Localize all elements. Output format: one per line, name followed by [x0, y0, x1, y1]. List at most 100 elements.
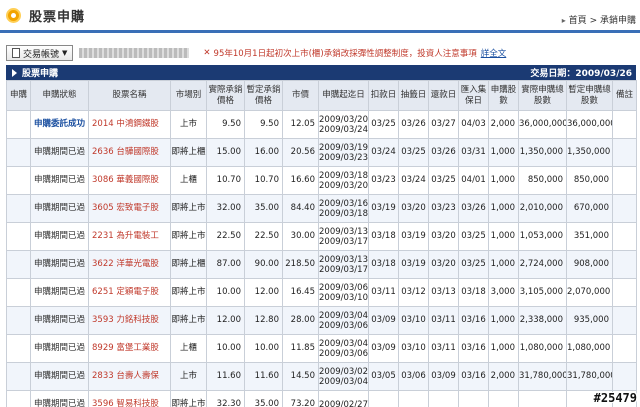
- apply-cell[interactable]: [6, 166, 31, 195]
- market-price-cell: 16.45: [282, 278, 319, 307]
- tentative-price-cell: 16.00: [244, 138, 283, 167]
- account-select-button[interactable]: 交易帳號 ▼: [6, 45, 74, 61]
- stock-cell: 3605 宏致電子股: [88, 194, 171, 223]
- remark-cell: [612, 278, 637, 307]
- lottery-date-cell: 03/26: [398, 110, 429, 139]
- stock-cell: 2014 中鴻鋼鐵股: [88, 110, 171, 139]
- status-cell: 申購期間已過: [30, 278, 89, 307]
- stock-cell: 2636 台驊國際股: [88, 138, 171, 167]
- stock-name[interactable]: 中鴻鋼鐵股: [116, 119, 159, 129]
- period-cell: 2009/03/02 2009/03/04: [318, 362, 369, 391]
- apply-cell[interactable]: [6, 194, 31, 223]
- lottery-date-cell: [398, 390, 429, 407]
- period-start: 2009/03/16: [319, 198, 368, 209]
- tentative-price-cell: 9.50: [244, 110, 283, 139]
- tentative-price-cell: 22.50: [244, 222, 283, 251]
- table-row: 申購期間已過 3596 智易科技股 即將上市 32.30 35.00 73.20 2009/…: [6, 390, 637, 407]
- actual-total-cell: 31,780,000: [518, 362, 567, 391]
- apply-cell[interactable]: [6, 110, 31, 139]
- remark-cell: [612, 362, 637, 391]
- shares-cell: 1,000: [488, 166, 519, 195]
- apply-cell[interactable]: [6, 278, 31, 307]
- debit-date-cell: 03/19: [368, 194, 399, 223]
- column-header: 備註: [612, 80, 637, 111]
- stock-name[interactable]: 宏致電子股: [116, 203, 159, 213]
- debit-date-cell: 03/18: [368, 250, 399, 279]
- stock-name[interactable]: 富堡工業股: [116, 343, 159, 353]
- actual-price-cell: 10.70: [206, 166, 245, 195]
- period-cell: 2009/03/20 2009/03/24: [318, 110, 369, 139]
- stock-code: 2636: [92, 147, 114, 157]
- stock-cell: 3622 洋華光電股: [88, 250, 171, 279]
- apply-cell[interactable]: [6, 138, 31, 167]
- apply-cell[interactable]: [6, 222, 31, 251]
- period-end: 2009/03/06: [319, 348, 368, 359]
- deposit-date-cell: 03/25: [458, 222, 489, 251]
- breadcrumb-separator: >: [589, 16, 598, 26]
- actual-total-cell: 1,053,000: [518, 222, 567, 251]
- stock-code: 3622: [92, 259, 114, 269]
- shares-cell: 1,000: [488, 306, 519, 335]
- breadcrumb-current: 承銷申購: [599, 16, 636, 26]
- column-header: 實際承銷價格: [206, 80, 245, 111]
- tentative-price-cell: 12.80: [244, 306, 283, 335]
- stock-name[interactable]: 洋華光電股: [116, 259, 159, 269]
- actual-total-cell: 36,000,000: [518, 110, 567, 139]
- column-header: 市場別: [170, 80, 207, 111]
- column-header: 申購: [6, 80, 31, 111]
- tentative-total-cell: 351,000: [566, 222, 613, 251]
- stock-name[interactable]: 台驊國際股: [116, 147, 159, 157]
- refund-date-cell: 03/20: [428, 222, 459, 251]
- tentative-price-cell: 12.00: [244, 278, 283, 307]
- actual-total-cell: 1,080,000: [518, 334, 567, 363]
- market-cell: 上櫃: [170, 166, 207, 195]
- breadcrumb: ▸ 首頁 > 承銷申購: [562, 13, 636, 26]
- debit-date-cell: 03/11: [368, 278, 399, 307]
- refund-date-cell: 03/27: [428, 110, 459, 139]
- notice-link[interactable]: 詳全文: [481, 47, 507, 59]
- breadcrumb-home[interactable]: 首頁: [569, 16, 587, 26]
- actual-price-cell: 9.50: [206, 110, 245, 139]
- debit-date-cell: [368, 390, 399, 407]
- apply-cell[interactable]: [6, 362, 31, 391]
- period-cell: 2009/03/13 2009/03/17: [318, 222, 369, 251]
- stock-name[interactable]: 華義國際股: [116, 175, 159, 185]
- trade-date-value: 2009/03/26: [575, 69, 632, 79]
- notice-text: 95年10月1日起初次上市(櫃)承銷改採彈性調整制度，投資人注意事項: [213, 49, 477, 59]
- period-start: 2009/03/04: [319, 310, 368, 321]
- period-start: 2009/03/13: [319, 226, 368, 237]
- debit-date-cell: 03/09: [368, 306, 399, 335]
- header-divider: [0, 30, 640, 33]
- stock-name[interactable]: 定穎電子股: [116, 287, 159, 297]
- apply-cell[interactable]: [6, 250, 31, 279]
- refund-date-cell: 03/20: [428, 250, 459, 279]
- apply-cell[interactable]: [6, 306, 31, 335]
- stock-name[interactable]: 智易科技股: [116, 399, 159, 407]
- table-row: 申購期間已過 3593 力銘科技股 即將上市 12.00 12.80 28.00 2009/…: [6, 306, 637, 335]
- table-row: 申購期間已過 2833 台壽人壽保 上市 11.60 11.60 14.50 2009/03…: [6, 362, 637, 391]
- deposit-date-cell: 03/16: [458, 362, 489, 391]
- section-bar: 股票申購 交易日期：2009/03/26: [6, 65, 636, 80]
- remark-cell: [612, 138, 637, 167]
- stock-name[interactable]: 力銘科技股: [116, 315, 159, 325]
- apply-cell[interactable]: [6, 390, 31, 407]
- actual-total-cell: 1,350,000: [518, 138, 567, 167]
- lottery-date-cell: 03/10: [398, 334, 429, 363]
- stock-cell: 8929 富堡工業股: [88, 334, 171, 363]
- refund-date-cell: 03/13: [428, 278, 459, 307]
- apply-cell[interactable]: [6, 334, 31, 363]
- deposit-date-cell: 03/31: [458, 138, 489, 167]
- stock-name[interactable]: 為升電裝工: [116, 231, 159, 241]
- refund-date-cell: [428, 390, 459, 407]
- refund-date-cell: 03/25: [428, 166, 459, 195]
- market-cell: 上櫃: [170, 334, 207, 363]
- breadcrumb-arrow-icon: ▸: [561, 16, 566, 25]
- stock-code: 2833: [92, 371, 114, 381]
- period-cell: 2009/03/16 2009/03/18: [318, 194, 369, 223]
- period-start: 2009/03/13: [319, 254, 368, 265]
- stock-name[interactable]: 台壽人壽保: [116, 371, 159, 381]
- market-price-cell: 12.05: [282, 110, 319, 139]
- deposit-date-cell: 03/26: [458, 194, 489, 223]
- deposit-date-cell: 04/03: [458, 110, 489, 139]
- tentative-price-cell: 11.60: [244, 362, 283, 391]
